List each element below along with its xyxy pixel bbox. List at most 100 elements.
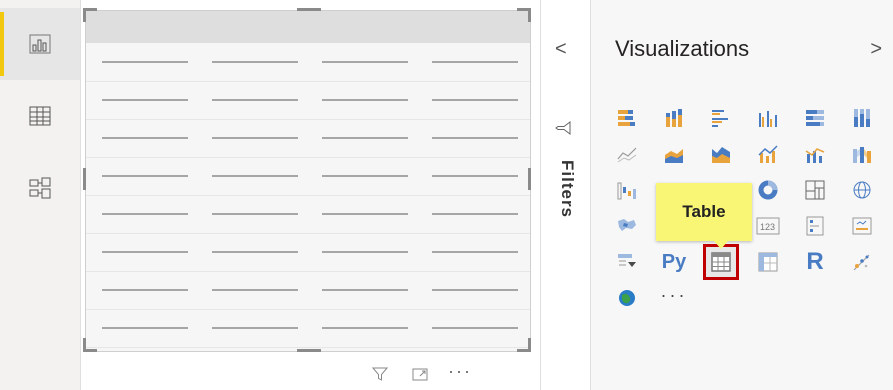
matrix-icon[interactable] [750,244,786,280]
expand-pane-chevron-icon[interactable]: > [870,38,882,61]
table-cell-placeholder [322,327,408,329]
resize-handle-right[interactable] [528,168,531,190]
visual-footer-toolbar: ··· [371,362,521,386]
resize-handle-top-left-v[interactable] [83,8,86,22]
treemap-icon[interactable] [797,172,833,208]
stacked-column-icon[interactable] [656,100,692,136]
table-cell-placeholder [322,61,408,63]
table-cell-placeholder [212,137,298,139]
stacked-bar-icon[interactable] [609,100,645,136]
table-row [86,195,530,234]
100-stacked-bar-icon[interactable] [797,100,833,136]
nav-report-view[interactable] [0,8,80,80]
table-cell-placeholder [102,289,188,291]
table-cell-placeholder [432,327,518,329]
resize-handle-bottom-right-v[interactable] [528,338,531,352]
resize-handle-bottom[interactable] [297,349,321,352]
resize-handle-top-right-v[interactable] [528,8,531,22]
filled-map-icon[interactable] [609,208,645,244]
r-visual-icon[interactable]: R [797,244,833,280]
more-visuals-icon[interactable]: ··· [656,280,692,316]
table-cell-placeholder [102,137,188,139]
key-influencers-icon[interactable] [844,244,880,280]
table-cell-placeholder [432,175,518,177]
table-cell-placeholder [432,251,518,253]
table-cell-placeholder [102,99,188,101]
table-row [86,81,530,120]
table-cell-placeholder [212,251,298,253]
multi-row-card-icon[interactable] [797,208,833,244]
area-chart-icon[interactable] [656,136,692,172]
r-label: R [806,248,824,275]
more-options-icon[interactable]: ··· [448,362,470,380]
table-cell-placeholder [102,213,188,215]
filters-pane-collapsed[interactable]: < Filters [540,0,591,390]
table-cell-placeholder [102,175,188,177]
table-cell-placeholder [432,289,518,291]
bar-chart-icon [29,34,51,54]
table-row [86,157,530,196]
nav-data-view[interactable] [0,80,80,152]
table-row [86,233,530,272]
table-cell-placeholder [102,61,188,63]
resize-handle-bottom-left[interactable] [83,349,97,352]
table-cell-placeholder [432,99,518,101]
more-visuals-label: ··· [660,284,688,305]
table-cell-placeholder [212,99,298,101]
table-cell-placeholder [322,289,408,291]
clustered-bar-icon[interactable] [703,100,739,136]
table-cell-placeholder [432,213,518,215]
line-column-icon[interactable] [750,136,786,172]
python-label: Py [661,250,687,273]
100-stacked-column-icon[interactable] [844,100,880,136]
table-row [86,271,530,310]
line-clustered-column-icon[interactable] [797,136,833,172]
table-cell-placeholder [432,61,518,63]
table-grid-icon [29,106,51,126]
slicer-icon[interactable] [609,244,645,280]
filters-pane-label[interactable]: Filters [553,160,577,218]
filter-funnel-icon[interactable] [555,120,571,141]
model-relationship-icon [29,177,51,199]
table-cell-placeholder [212,289,298,291]
table-cell-placeholder [102,251,188,253]
filter-icon[interactable] [371,365,389,383]
table-icon [711,252,731,272]
resize-handle-left[interactable] [83,168,86,190]
table-cell-placeholder [102,327,188,329]
arcgis-icon[interactable] [609,280,645,316]
waterfall-icon[interactable] [609,172,645,208]
table-visual-button[interactable] [703,244,739,280]
table-row [86,119,530,158]
table-cell-placeholder [322,175,408,177]
table-row [86,309,530,348]
table-cell-placeholder [322,213,408,215]
left-nav-rail [0,0,81,390]
table-cell-placeholder [212,213,298,215]
ribbon-chart-icon[interactable] [844,136,880,172]
nav-model-view[interactable] [0,152,80,224]
table-cell-placeholder [322,137,408,139]
clustered-column-icon[interactable] [750,100,786,136]
table-cell-placeholder [212,61,298,63]
stacked-area-icon[interactable] [703,136,739,172]
table-tooltip: Table [656,183,752,249]
table-cell-placeholder [322,251,408,253]
table-visual-placeholder[interactable] [85,10,531,352]
collapse-filters-chevron-icon[interactable]: < [555,38,567,61]
table-row [86,43,530,82]
card-icon[interactable]: 123 [750,208,786,244]
python-visual-icon[interactable]: Py [656,244,692,280]
globe-map-icon[interactable] [844,172,880,208]
kpi-icon[interactable] [844,208,880,244]
table-visual-header [86,11,530,43]
resize-handle-top[interactable] [297,8,321,11]
report-canvas[interactable]: ··· [81,0,533,390]
table-cell-placeholder [432,137,518,139]
focus-mode-icon[interactable] [411,365,429,383]
line-chart-icon[interactable] [609,136,645,172]
table-cell-placeholder [322,99,408,101]
card-label: 123 [760,222,775,232]
donut-icon[interactable] [750,172,786,208]
visualizations-title: Visualizations [615,36,750,61]
